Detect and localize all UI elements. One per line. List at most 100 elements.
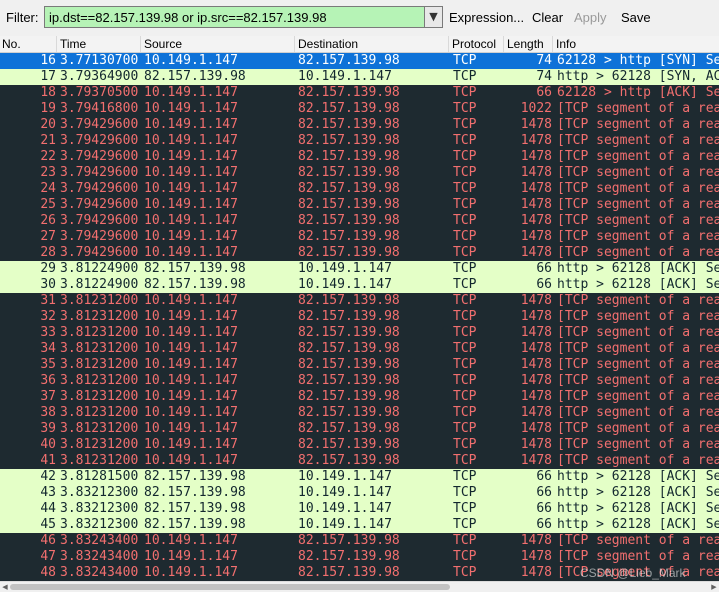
packet-row[interactable]: 47 3.83243400 10.149.1.147 82.157.139.98 TCP… bbox=[0, 549, 719, 565]
packet-len-cell: 1478 bbox=[520, 293, 552, 308]
packet-len-cell: 1478 bbox=[520, 565, 552, 580]
packet-row[interactable]: 41 3.81231200 10.149.1.147 82.157.139.98 TCP… bbox=[0, 453, 719, 469]
packet-dst-cell: 82.157.139.98 bbox=[298, 405, 400, 420]
column-divider[interactable] bbox=[140, 36, 141, 52]
packet-row[interactable]: 28 3.79429600 10.149.1.147 82.157.139.98 TCP… bbox=[0, 245, 719, 261]
packet-row[interactable]: 35 3.81231200 10.149.1.147 82.157.139.98 TCP… bbox=[0, 357, 719, 373]
packet-row[interactable]: 37 3.81231200 10.149.1.147 82.157.139.98 TCP… bbox=[0, 389, 719, 405]
packet-row[interactable]: 25 3.79429600 10.149.1.147 82.157.139.98 TCP… bbox=[0, 197, 719, 213]
packet-row[interactable]: 46 3.83243400 10.149.1.147 82.157.139.98 TCP… bbox=[0, 533, 719, 549]
packet-row[interactable]: 26 3.79429600 10.149.1.147 82.157.139.98 TCP… bbox=[0, 213, 719, 229]
packet-info-cell: [TCP segment of a reas bbox=[557, 549, 719, 564]
column-divider[interactable] bbox=[448, 36, 449, 52]
packet-len-cell: 1478 bbox=[520, 405, 552, 420]
packet-list[interactable]: 16 3.77130700 10.149.1.147 82.157.139.98 TCP… bbox=[0, 53, 719, 581]
packet-row[interactable]: 42 3.81281500 82.157.139.98 10.149.1.147 TCP… bbox=[0, 469, 719, 485]
apply-button[interactable]: Apply bbox=[574, 10, 607, 25]
packet-len-cell: 1478 bbox=[520, 437, 552, 452]
packet-row[interactable]: 17 3.79364900 82.157.139.98 10.149.1.147 TCP… bbox=[0, 69, 719, 85]
packet-proto-cell: TCP bbox=[453, 485, 477, 500]
packet-row[interactable]: 33 3.81231200 10.149.1.147 82.157.139.98 TCP… bbox=[0, 325, 719, 341]
packet-len-cell: 1478 bbox=[520, 165, 552, 180]
packet-row[interactable]: 45 3.83212300 82.157.139.98 10.149.1.147 TCP… bbox=[0, 517, 719, 533]
packet-len-cell: 1478 bbox=[520, 149, 552, 164]
packet-time-cell: 3.79429600 bbox=[60, 197, 139, 212]
packet-info-cell: 62128 > http [SYN] Seq bbox=[557, 53, 719, 68]
clear-button[interactable]: Clear bbox=[532, 10, 563, 25]
packet-dst-cell: 10.149.1.147 bbox=[298, 485, 392, 500]
packet-no-cell: 25 bbox=[40, 197, 56, 212]
packet-row[interactable]: 24 3.79429600 10.149.1.147 82.157.139.98 TCP… bbox=[0, 181, 719, 197]
column-header-destination[interactable]: Destination bbox=[298, 37, 358, 51]
packet-row[interactable]: 34 3.81231200 10.149.1.147 82.157.139.98 TCP… bbox=[0, 341, 719, 357]
packet-info-cell: [TCP segment of a reas bbox=[557, 165, 719, 180]
packet-src-cell: 82.157.139.98 bbox=[144, 469, 246, 484]
packet-src-cell: 10.149.1.147 bbox=[144, 229, 238, 244]
filter-toolbar: Filter: ip.dst==82.157.139.98 or ip.src=… bbox=[0, 0, 719, 36]
packet-row[interactable]: 19 3.79416800 10.149.1.147 82.157.139.98 TCP… bbox=[0, 101, 719, 117]
arrow-right-icon[interactable]: ▶ bbox=[709, 582, 719, 592]
packet-time-cell: 3.81231200 bbox=[60, 357, 139, 372]
packet-row[interactable]: 18 3.79370500 10.149.1.147 82.157.139.98 TCP… bbox=[0, 85, 719, 101]
column-divider[interactable] bbox=[294, 36, 295, 52]
packet-row[interactable]: 32 3.81231200 10.149.1.147 82.157.139.98 TCP… bbox=[0, 309, 719, 325]
packet-no-cell: 33 bbox=[40, 325, 56, 340]
packet-row[interactable]: 21 3.79429600 10.149.1.147 82.157.139.98 TCP… bbox=[0, 133, 719, 149]
packet-no-cell: 43 bbox=[40, 485, 56, 500]
packet-dst-cell: 82.157.139.98 bbox=[298, 85, 400, 100]
column-header-protocol[interactable]: Protocol bbox=[452, 37, 496, 51]
filter-input[interactable]: ip.dst==82.157.139.98 or ip.src==82.157.… bbox=[44, 6, 425, 28]
packet-dst-cell: 10.149.1.147 bbox=[298, 469, 392, 484]
packet-len-cell: 1478 bbox=[520, 133, 552, 148]
column-header-time[interactable]: Time bbox=[60, 37, 86, 51]
column-header-no[interactable]: No. bbox=[2, 37, 21, 51]
packet-len-cell: 1478 bbox=[520, 357, 552, 372]
packet-src-cell: 10.149.1.147 bbox=[144, 309, 238, 324]
horizontal-scrollbar[interactable]: ◀ ▶ bbox=[0, 581, 719, 592]
packet-time-cell: 3.83212300 bbox=[60, 501, 139, 516]
packet-row[interactable]: 16 3.77130700 10.149.1.147 82.157.139.98 TCP… bbox=[0, 53, 719, 69]
column-header-length[interactable]: Length bbox=[507, 37, 544, 51]
save-button[interactable]: Save bbox=[621, 10, 651, 25]
packet-list-header: No. Time Source Destination Protocol Len… bbox=[0, 36, 719, 53]
packet-proto-cell: TCP bbox=[453, 373, 477, 388]
column-header-info[interactable]: Info bbox=[556, 37, 576, 51]
packet-info-cell: [TCP segment of a reas bbox=[557, 325, 719, 340]
packet-row[interactable]: 43 3.83212300 82.157.139.98 10.149.1.147 TCP… bbox=[0, 485, 719, 501]
packet-row[interactable]: 38 3.81231200 10.149.1.147 82.157.139.98 TCP… bbox=[0, 405, 719, 421]
packet-no-cell: 19 bbox=[40, 101, 56, 116]
packet-len-cell: 1478 bbox=[520, 245, 552, 260]
packet-row[interactable]: 27 3.79429600 10.149.1.147 82.157.139.98 TCP… bbox=[0, 229, 719, 245]
packet-src-cell: 82.157.139.98 bbox=[144, 277, 246, 292]
packet-row[interactable]: 31 3.81231200 10.149.1.147 82.157.139.98 TCP… bbox=[0, 293, 719, 309]
packet-proto-cell: TCP bbox=[453, 181, 477, 196]
packet-info-cell: [TCP segment of a reas bbox=[557, 309, 719, 324]
packet-src-cell: 10.149.1.147 bbox=[144, 533, 238, 548]
column-divider[interactable] bbox=[503, 36, 504, 52]
packet-row[interactable]: 44 3.83212300 82.157.139.98 10.149.1.147 TCP… bbox=[0, 501, 719, 517]
scrollbar-thumb[interactable] bbox=[10, 584, 450, 590]
packet-row[interactable]: 39 3.81231200 10.149.1.147 82.157.139.98 TCP… bbox=[0, 421, 719, 437]
arrow-left-icon[interactable]: ◀ bbox=[0, 582, 10, 592]
packet-row[interactable]: 22 3.79429600 10.149.1.147 82.157.139.98 TCP… bbox=[0, 149, 719, 165]
packet-row[interactable]: 40 3.81231200 10.149.1.147 82.157.139.98 TCP… bbox=[0, 437, 719, 453]
packet-no-cell: 44 bbox=[40, 501, 56, 516]
expression-button[interactable]: Expression... bbox=[449, 10, 524, 25]
packet-src-cell: 10.149.1.147 bbox=[144, 53, 238, 68]
packet-row[interactable]: 29 3.81224900 82.157.139.98 10.149.1.147 TCP… bbox=[0, 261, 719, 277]
packet-proto-cell: TCP bbox=[453, 149, 477, 164]
packet-row[interactable]: 30 3.81224900 82.157.139.98 10.149.1.147 TCP… bbox=[0, 277, 719, 293]
column-header-source[interactable]: Source bbox=[144, 37, 182, 51]
chevron-down-icon[interactable]: ▼ bbox=[424, 6, 443, 28]
packet-src-cell: 10.149.1.147 bbox=[144, 325, 238, 340]
packet-row[interactable]: 23 3.79429600 10.149.1.147 82.157.139.98 TCP… bbox=[0, 165, 719, 181]
packet-proto-cell: TCP bbox=[453, 261, 477, 276]
packet-no-cell: 22 bbox=[40, 149, 56, 164]
packet-info-cell: [TCP segment of a reas bbox=[557, 181, 719, 196]
packet-row[interactable]: 20 3.79429600 10.149.1.147 82.157.139.98 TCP… bbox=[0, 117, 719, 133]
column-divider[interactable] bbox=[56, 36, 57, 52]
packet-time-cell: 3.79429600 bbox=[60, 117, 139, 132]
packet-row[interactable]: 36 3.81231200 10.149.1.147 82.157.139.98 TCP… bbox=[0, 373, 719, 389]
packet-time-cell: 3.79416800 bbox=[60, 101, 139, 116]
column-divider[interactable] bbox=[552, 36, 553, 52]
